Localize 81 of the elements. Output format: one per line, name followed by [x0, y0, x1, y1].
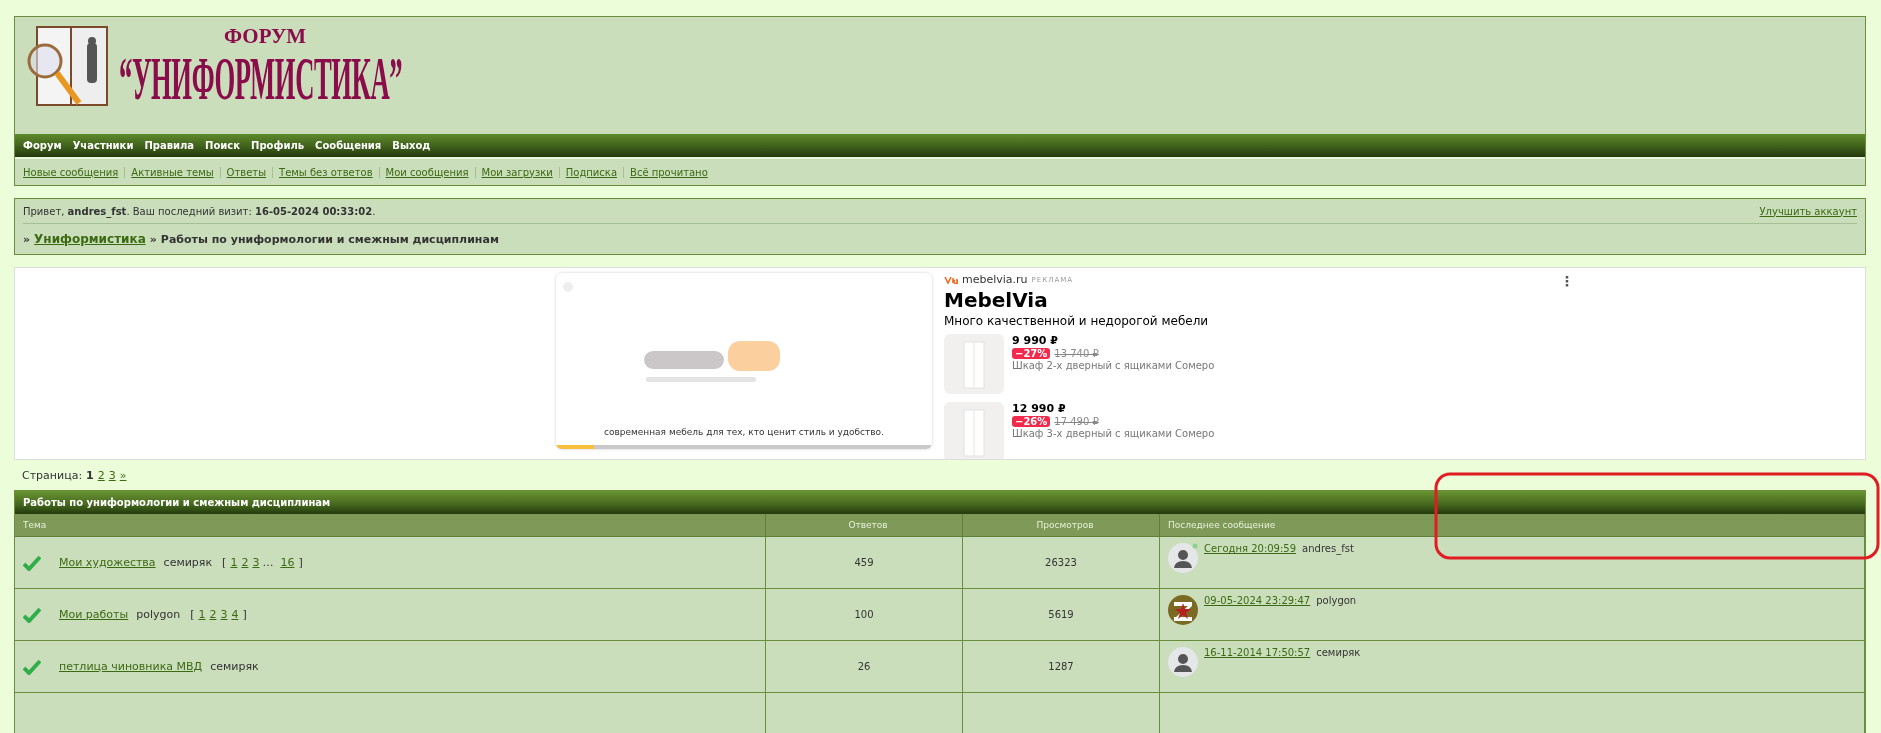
subnav-link[interactable]: Подписка — [558, 166, 624, 178]
page-link[interactable]: 3 — [252, 556, 260, 569]
column-header: Ответов — [766, 514, 963, 537]
ad-title[interactable]: MebelVia — [944, 288, 1324, 312]
old-price: 13 740 ₽ — [1054, 348, 1099, 359]
discount-badge: −26% — [1012, 416, 1051, 427]
topic-author: polygon — [136, 608, 181, 621]
views-count: 1287 — [1048, 661, 1074, 672]
subnav-link[interactable]: Темы без ответов — [272, 166, 379, 178]
page-link[interactable]: 2 — [97, 468, 105, 482]
replies-count: 459 — [854, 557, 874, 568]
page-link[interactable]: 2 — [209, 608, 217, 621]
breadcrumb-current: Работы по униформологии и смежным дисциплинам — [160, 232, 499, 246]
ad-caption: современная мебель для тех, кто ценит стиль и удобство. — [604, 427, 884, 437]
last-post-author: семиряк — [1316, 647, 1361, 658]
current-page: 1 — [86, 468, 94, 482]
forum-title: “УНИФОРМИСТИКА” — [119, 47, 403, 109]
breadcrumb-separator: » — [149, 232, 157, 246]
topic-author: семиряк — [210, 660, 259, 673]
subnav-link[interactable]: Мои загрузки — [474, 166, 559, 178]
last-post-link[interactable]: 09-05-2024 23:29:47 — [1204, 595, 1311, 606]
subnav-link[interactable]: Ответы — [219, 166, 273, 178]
page-link[interactable]: 1 — [230, 556, 238, 569]
page-link[interactable]: 4 — [231, 608, 239, 621]
breadcrumb-separator: » — [23, 232, 31, 246]
nav-link[interactable]: Выход — [392, 140, 431, 151]
forum-label: ФОРУМ — [224, 25, 307, 47]
topic-author: семиряк — [163, 556, 213, 569]
last-post-author: andres_fst — [1302, 543, 1354, 554]
product-price: 9 990 ₽ — [1012, 334, 1059, 347]
page-label: Страница: — [22, 468, 83, 482]
column-header: Просмотров — [963, 514, 1160, 537]
last-post-link[interactable]: 16-11-2014 17:50:57 — [1204, 647, 1311, 658]
product-name[interactable]: Шкаф 2-х дверный с ящиками Сомеро — [1012, 360, 1215, 371]
breadcrumb-link[interactable]: Униформистика — [34, 232, 146, 246]
last-post-author: polygon — [1316, 595, 1357, 606]
nav-link[interactable]: Правила — [144, 140, 195, 151]
bracket: [ — [222, 556, 227, 569]
column-header: Последнее сообщение — [1160, 514, 1865, 537]
subnav-link[interactable]: Новые сообщения — [23, 166, 125, 178]
last-post-link[interactable]: Сегодня 20:09:59 — [1204, 543, 1297, 554]
nav-link[interactable]: Участники — [72, 140, 134, 151]
more-menu-button[interactable]: ⋮ — [1560, 273, 1574, 289]
column-header: Тема — [15, 514, 766, 537]
page-link[interactable]: 2 — [241, 556, 249, 569]
views-count: 5619 — [1048, 609, 1074, 620]
page-link[interactable]: 3 — [220, 608, 228, 621]
bracket: [ — [190, 608, 195, 621]
page-link[interactable]: 3 — [108, 468, 116, 482]
discount-badge: −27% — [1012, 348, 1051, 359]
topic-link[interactable]: Мои художества — [59, 556, 156, 569]
replies-count: 100 — [854, 609, 874, 620]
forum-section-title: Работы по униформологии и смежным дисциплинам — [15, 491, 1865, 514]
checkmark-icon — [23, 554, 41, 571]
topic-link[interactable]: петлица чиновника МВД — [59, 660, 203, 673]
bracket: ] — [242, 608, 247, 621]
product-name[interactable]: Шкаф 3-х дверный с ящиками Сомеро — [1012, 428, 1215, 439]
old-price: 17 490 ₽ — [1054, 416, 1099, 427]
nav-link[interactable]: Профиль — [251, 140, 305, 151]
upgrade-link[interactable]: Улучшить аккаунт — [1759, 205, 1857, 217]
nav-link[interactable]: Сообщения — [315, 140, 382, 151]
checkmark-icon — [23, 658, 41, 675]
nav-link[interactable]: Поиск — [205, 140, 241, 151]
bracket: ] — [298, 556, 303, 569]
page-link[interactable]: 16 — [280, 556, 295, 569]
replies-count: 26 — [857, 661, 871, 672]
welcome-text: Привет, andres_fst. Ваш последний визит: 16-05-2024 00:33:02. — [23, 205, 376, 217]
ad-subtitle: Много качественной и недорогой мебели — [944, 314, 1210, 328]
page-link[interactable]: 1 — [198, 608, 206, 621]
ellipsis: … — [262, 556, 274, 569]
product-price: 12 990 ₽ — [1012, 402, 1067, 415]
ad-domain[interactable]: mebelvia.ru — [962, 273, 1028, 286]
views-count: 26323 — [1045, 557, 1077, 568]
subnav-link[interactable]: Мои сообщения — [378, 166, 475, 178]
topic-link[interactable]: Мои работы — [59, 608, 129, 621]
logo-icon — [944, 275, 958, 284]
next-page-link[interactable]: » — [119, 468, 127, 482]
subnav-link[interactable]: Всё прочитано — [623, 166, 714, 178]
checkmark-icon — [23, 606, 41, 623]
nav-link[interactable]: Форум — [23, 140, 62, 151]
subnav-link[interactable]: Активные темы — [124, 166, 220, 178]
